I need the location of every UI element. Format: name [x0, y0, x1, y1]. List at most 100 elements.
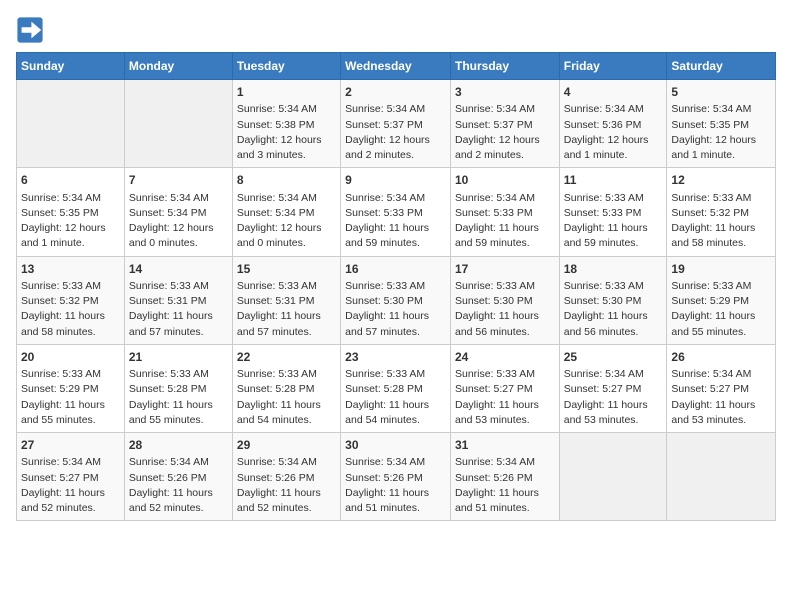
sunrise-text: Sunrise: 5:34 AM	[345, 456, 425, 468]
daylight-text: Daylight: 11 hours and 52 minutes.	[129, 487, 213, 514]
daylight-text: Daylight: 11 hours and 57 minutes.	[129, 310, 213, 337]
day-number: 9	[345, 172, 446, 189]
calendar-cell	[124, 80, 232, 168]
day-number: 15	[237, 261, 336, 278]
calendar-cell: 10Sunrise: 5:34 AMSunset: 5:33 PMDayligh…	[450, 168, 559, 256]
daylight-text: Daylight: 11 hours and 59 minutes.	[345, 222, 429, 249]
calendar-cell: 8Sunrise: 5:34 AMSunset: 5:34 PMDaylight…	[232, 168, 340, 256]
sunrise-text: Sunrise: 5:33 AM	[129, 280, 209, 292]
day-number: 24	[455, 349, 555, 366]
calendar-cell: 16Sunrise: 5:33 AMSunset: 5:30 PMDayligh…	[341, 256, 451, 344]
logo-icon	[16, 16, 44, 44]
calendar-cell: 14Sunrise: 5:33 AMSunset: 5:31 PMDayligh…	[124, 256, 232, 344]
calendar-cell: 6Sunrise: 5:34 AMSunset: 5:35 PMDaylight…	[17, 168, 125, 256]
sunrise-text: Sunrise: 5:34 AM	[129, 192, 209, 204]
calendar-cell	[559, 433, 667, 521]
calendar-cell: 23Sunrise: 5:33 AMSunset: 5:28 PMDayligh…	[341, 344, 451, 432]
calendar-cell: 24Sunrise: 5:33 AMSunset: 5:27 PMDayligh…	[450, 344, 559, 432]
sunset-text: Sunset: 5:26 PM	[345, 472, 423, 484]
sunrise-text: Sunrise: 5:33 AM	[345, 368, 425, 380]
day-number: 21	[129, 349, 228, 366]
column-header-tuesday: Tuesday	[232, 53, 340, 80]
calendar-cell: 28Sunrise: 5:34 AMSunset: 5:26 PMDayligh…	[124, 433, 232, 521]
sunrise-text: Sunrise: 5:33 AM	[237, 280, 317, 292]
sunrise-text: Sunrise: 5:33 AM	[671, 280, 751, 292]
day-number: 30	[345, 437, 446, 454]
daylight-text: Daylight: 11 hours and 58 minutes.	[671, 222, 755, 249]
daylight-text: Daylight: 11 hours and 57 minutes.	[345, 310, 429, 337]
sunset-text: Sunset: 5:34 PM	[237, 207, 315, 219]
sunrise-text: Sunrise: 5:33 AM	[129, 368, 209, 380]
calendar-week-1: 1Sunrise: 5:34 AMSunset: 5:38 PMDaylight…	[17, 80, 776, 168]
sunset-text: Sunset: 5:28 PM	[345, 383, 423, 395]
column-header-thursday: Thursday	[450, 53, 559, 80]
sunset-text: Sunset: 5:32 PM	[21, 295, 99, 307]
calendar-cell: 29Sunrise: 5:34 AMSunset: 5:26 PMDayligh…	[232, 433, 340, 521]
sunrise-text: Sunrise: 5:34 AM	[237, 103, 317, 115]
sunset-text: Sunset: 5:29 PM	[21, 383, 99, 395]
sunset-text: Sunset: 5:27 PM	[21, 472, 99, 484]
daylight-text: Daylight: 11 hours and 52 minutes.	[21, 487, 105, 514]
sunset-text: Sunset: 5:30 PM	[345, 295, 423, 307]
day-number: 28	[129, 437, 228, 454]
calendar-week-3: 13 Sunrise: 5:33 AM Sunset: 5:32 PM Dayligh…	[17, 256, 776, 344]
day-number: 7	[129, 172, 228, 189]
sunset-text: Sunset: 5:32 PM	[671, 207, 749, 219]
day-number: 5	[671, 84, 771, 101]
sunset-text: Sunset: 5:30 PM	[564, 295, 642, 307]
sunset-text: Sunset: 5:33 PM	[345, 207, 423, 219]
day-number: 13	[21, 261, 120, 278]
day-number: 31	[455, 437, 555, 454]
calendar-cell: 1Sunrise: 5:34 AMSunset: 5:38 PMDaylight…	[232, 80, 340, 168]
day-number: 25	[564, 349, 663, 366]
sunrise-text: Sunrise: 5:34 AM	[21, 456, 101, 468]
day-number: 2	[345, 84, 446, 101]
sunset-text: Sunset: 5:34 PM	[129, 207, 207, 219]
calendar-cell	[17, 80, 125, 168]
sunset-text: Sunset: 5:27 PM	[671, 383, 749, 395]
day-number: 4	[564, 84, 663, 101]
daylight-text: Daylight: 12 hours and 1 minute.	[671, 134, 756, 161]
calendar-week-2: 6Sunrise: 5:34 AMSunset: 5:35 PMDaylight…	[17, 168, 776, 256]
daylight-text: Daylight: 11 hours and 54 minutes.	[237, 399, 321, 426]
page-header	[16, 16, 776, 44]
sunset-text: Sunset: 5:33 PM	[564, 207, 642, 219]
sunrise-text: Sunrise: 5:34 AM	[455, 192, 535, 204]
sunrise-text: Sunrise: 5:33 AM	[455, 280, 535, 292]
sunrise-text: Sunrise: 5:34 AM	[21, 192, 101, 204]
calendar-cell: 27Sunrise: 5:34 AMSunset: 5:27 PMDayligh…	[17, 433, 125, 521]
daylight-text: Daylight: 12 hours and 1 minute.	[564, 134, 649, 161]
daylight-text: Daylight: 11 hours and 55 minutes.	[671, 310, 755, 337]
daylight-text: Daylight: 11 hours and 52 minutes.	[237, 487, 321, 514]
sunrise-text: Sunrise: 5:33 AM	[671, 192, 751, 204]
column-header-saturday: Saturday	[667, 53, 776, 80]
calendar-week-4: 20Sunrise: 5:33 AMSunset: 5:29 PMDayligh…	[17, 344, 776, 432]
sunrise-text: Sunrise: 5:34 AM	[455, 103, 535, 115]
daylight-text: Daylight: 11 hours and 53 minutes.	[671, 399, 755, 426]
column-header-sunday: Sunday	[17, 53, 125, 80]
daylight-text: Daylight: 11 hours and 51 minutes.	[455, 487, 539, 514]
calendar-week-5: 27Sunrise: 5:34 AMSunset: 5:27 PMDayligh…	[17, 433, 776, 521]
daylight-text: Daylight: 12 hours and 0 minutes.	[129, 222, 214, 249]
calendar-cell: 21Sunrise: 5:33 AMSunset: 5:28 PMDayligh…	[124, 344, 232, 432]
calendar-cell: 15Sunrise: 5:33 AMSunset: 5:31 PMDayligh…	[232, 256, 340, 344]
calendar-cell: 7 Sunrise: 5:34 AM Sunset: 5:34 PM Daylight…	[124, 168, 232, 256]
sunrise-text: Sunrise: 5:33 AM	[345, 280, 425, 292]
sunset-text: Sunset: 5:35 PM	[671, 119, 749, 131]
daylight-text: Daylight: 11 hours and 55 minutes.	[21, 399, 105, 426]
daylight-text: Daylight: 12 hours and 2 minutes.	[455, 134, 540, 161]
sunset-text: Sunset: 5:27 PM	[455, 383, 533, 395]
day-number: 18	[564, 261, 663, 278]
sunrise-text: Sunrise: 5:34 AM	[237, 456, 317, 468]
sunset-text: Sunset: 5:33 PM	[455, 207, 533, 219]
sunrise-text: Sunrise: 5:34 AM	[564, 368, 644, 380]
day-number: 1	[237, 84, 336, 101]
sunset-text: Sunset: 5:31 PM	[129, 295, 207, 307]
calendar-cell	[667, 433, 776, 521]
sunrise-text: Sunrise: 5:34 AM	[345, 103, 425, 115]
sunset-text: Sunset: 5:37 PM	[455, 119, 533, 131]
calendar-cell: 2Sunrise: 5:34 AMSunset: 5:37 PMDaylight…	[341, 80, 451, 168]
calendar-cell: 9Sunrise: 5:34 AMSunset: 5:33 PMDaylight…	[341, 168, 451, 256]
day-number: 19	[671, 261, 771, 278]
calendar-cell: 30Sunrise: 5:34 AMSunset: 5:26 PMDayligh…	[341, 433, 451, 521]
